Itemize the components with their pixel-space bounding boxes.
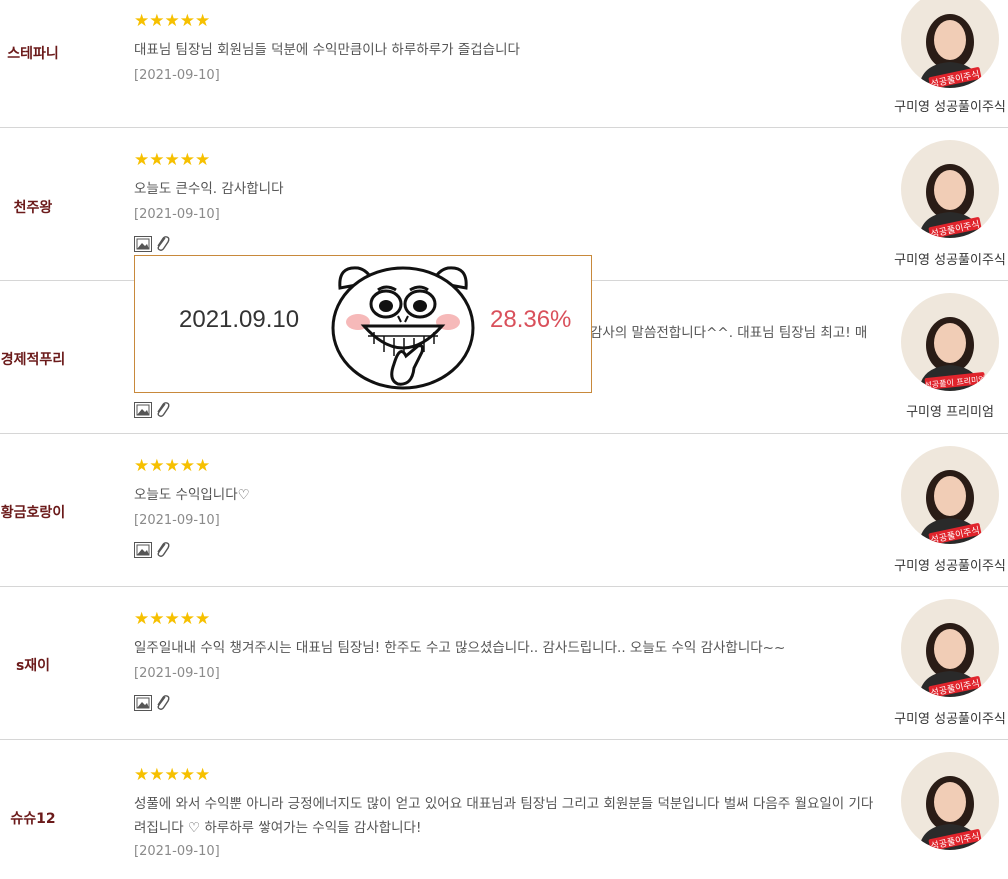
review-date: [2021-09-10] [134, 207, 220, 222]
avatar: 성공풀이주식 [901, 446, 999, 544]
image-icon[interactable] [134, 401, 152, 418]
star-rating: ★★★★★ [134, 11, 211, 31]
member-caption: 구미영 성공풀이주식 [894, 559, 1006, 574]
review-content[interactable]: 감사의 말씀전합니다^^. 대표님 팀장님 최고! 매 [590, 321, 867, 341]
avatar: 성공풀이주식 [901, 0, 999, 88]
attachment-icon[interactable] [156, 401, 170, 418]
attachment-icons [134, 541, 170, 558]
attachment-icon[interactable] [156, 541, 170, 558]
review-content[interactable]: 오늘도 수익입니다♡ [134, 483, 874, 507]
review-row: s재이 ★★★★★ 일주일내내 수익 챙겨주시는 대표님 팀장님! 한주도 수고… [0, 586, 1008, 740]
reviewer-name: 경제적푸리 [0, 352, 66, 368]
image-icon[interactable] [134, 235, 152, 252]
reviewer-name: 슈슈12 [10, 811, 56, 827]
image-icon[interactable] [134, 541, 152, 558]
member-caption: 구미영 성공풀이주식 [894, 712, 1006, 727]
review-content[interactable]: 대표님 팀장님 회원님들 덕분에 수익만큼이나 하루하루가 즐겁습니다 [134, 38, 874, 62]
attachment-icon[interactable] [156, 694, 170, 711]
review-date: [2021-09-10] [134, 844, 220, 859]
member-caption: 구미영 성공풀이주식 [894, 100, 1006, 115]
attachment-icon[interactable] [156, 235, 170, 252]
profit-image-preview[interactable]: 2021.09.10 28.36% [134, 255, 592, 393]
member-caption: 구미영 프리미엄 [906, 405, 994, 420]
pig-emoticon [331, 266, 475, 390]
member-caption: 구미영 성공풀이주식 [894, 253, 1006, 268]
review-date: [2021-09-10] [134, 666, 220, 681]
avatar: 성공풀이 프리미엄 [901, 293, 999, 391]
attachment-icons [134, 235, 170, 252]
attachment-icons [134, 401, 170, 418]
reviewer-name: 황금호랑이 [0, 505, 66, 521]
review-row: 황금호랑이 ★★★★★ 오늘도 수익입니다♡ [2021-09-10] 성공풀이… [0, 433, 1008, 587]
image-icon[interactable] [134, 694, 152, 711]
star-rating: ★★★★★ [134, 609, 211, 629]
reviewer-name: 스테파니 [7, 46, 59, 62]
review-content[interactable]: 일주일내내 수익 챙겨주시는 대표님 팀장님! 한주도 수고 많으셨습니다.. … [134, 636, 874, 660]
reviewer-name: s재이 [15, 658, 51, 674]
reviewer-name: 천주왕 [13, 200, 53, 216]
review-content[interactable]: 오늘도 큰수익. 감사합니다 [134, 177, 874, 201]
star-rating: ★★★★★ [134, 765, 211, 785]
review-row: 스테파니 ★★★★★ 대표님 팀장님 회원님들 덕분에 수익만큼이나 하루하루가… [0, 0, 1008, 128]
review-row: 슈슈12 ★★★★★ 성풀에 와서 수익뿐 아니라 긍정에너지도 많이 얻고 있… [0, 739, 1008, 879]
profit-date: 2021.09.10 [179, 306, 300, 333]
avatar: 성공풀이주식 [901, 599, 999, 697]
attachment-icons [134, 694, 170, 711]
review-content[interactable]: 성풀에 와서 수익뿐 아니라 긍정에너지도 많이 얻고 있어요 대표님과 팀장님… [134, 792, 874, 840]
avatar: 성공풀이주식 [901, 140, 999, 238]
review-date: [2021-09-10] [134, 513, 220, 528]
profit-percent: 28.36% [490, 306, 572, 333]
review-date: [2021-09-10] [134, 68, 220, 83]
star-rating: ★★★★★ [134, 456, 211, 476]
avatar: 성공풀이주식 [901, 752, 999, 850]
star-rating: ★★★★★ [134, 150, 211, 170]
